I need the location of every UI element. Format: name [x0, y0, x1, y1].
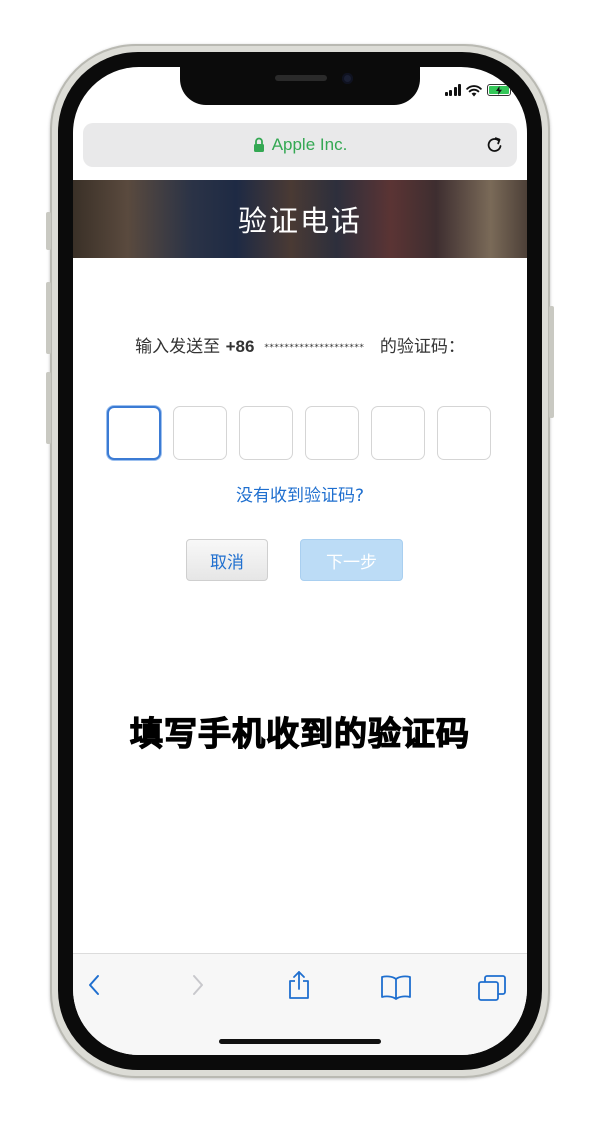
back-chevron-icon	[89, 975, 99, 995]
cancel-button[interactable]: 取消	[186, 539, 268, 581]
tabs-button[interactable]	[477, 974, 507, 1002]
status-icons	[444, 82, 514, 98]
front-camera	[342, 73, 353, 84]
mute-switch	[46, 212, 51, 250]
url-label: Apple Inc.	[271, 135, 348, 154]
country-code: +86	[225, 337, 255, 356]
code-digit-2[interactable]	[173, 406, 227, 460]
code-digit-1[interactable]	[107, 406, 161, 460]
tabs-icon	[478, 975, 506, 1001]
cellular-signal-icon	[444, 84, 461, 96]
code-input-group	[107, 406, 491, 460]
notch	[180, 67, 420, 105]
screen: Apple Inc. 验证电话 输入发送至 +86 ***************…	[73, 67, 527, 1055]
masked-phone-number: ********************	[264, 343, 365, 353]
volume-down-button	[46, 372, 51, 444]
prompt-prefix: 输入发送至	[135, 337, 226, 357]
code-digit-3[interactable]	[239, 406, 293, 460]
address-bar[interactable]: Apple Inc.	[83, 123, 517, 167]
verification-prompt: 输入发送至 +86 ******************** 的验证码：	[113, 333, 487, 362]
resend-code-link[interactable]: 没有收到验证码?	[73, 481, 527, 506]
lock-icon	[253, 137, 264, 152]
forward-chevron-icon	[193, 975, 203, 995]
code-digit-4[interactable]	[305, 406, 359, 460]
next-step-button[interactable]: 下一步	[300, 539, 403, 581]
forward-button[interactable]	[191, 974, 205, 996]
home-indicator	[219, 1039, 381, 1044]
page-title: 验证电话	[237, 204, 362, 238]
page-header: 验证电话	[73, 180, 527, 258]
power-button	[549, 306, 554, 418]
bookmarks-button[interactable]	[379, 974, 413, 1000]
reload-icon[interactable]	[485, 135, 505, 155]
code-digit-6[interactable]	[437, 406, 491, 460]
share-icon	[289, 971, 309, 999]
code-digit-5[interactable]	[371, 406, 425, 460]
earpiece-speaker	[275, 75, 327, 81]
wifi-icon	[466, 84, 482, 96]
prompt-suffix: 的验证码：	[374, 337, 465, 357]
back-button[interactable]	[87, 974, 101, 996]
volume-up-button	[46, 282, 51, 354]
instruction-caption: 填写手机收到的验证码	[129, 713, 470, 753]
battery-icon	[487, 84, 514, 96]
bookmarks-icon	[381, 975, 411, 1000]
share-button[interactable]	[287, 970, 311, 1000]
